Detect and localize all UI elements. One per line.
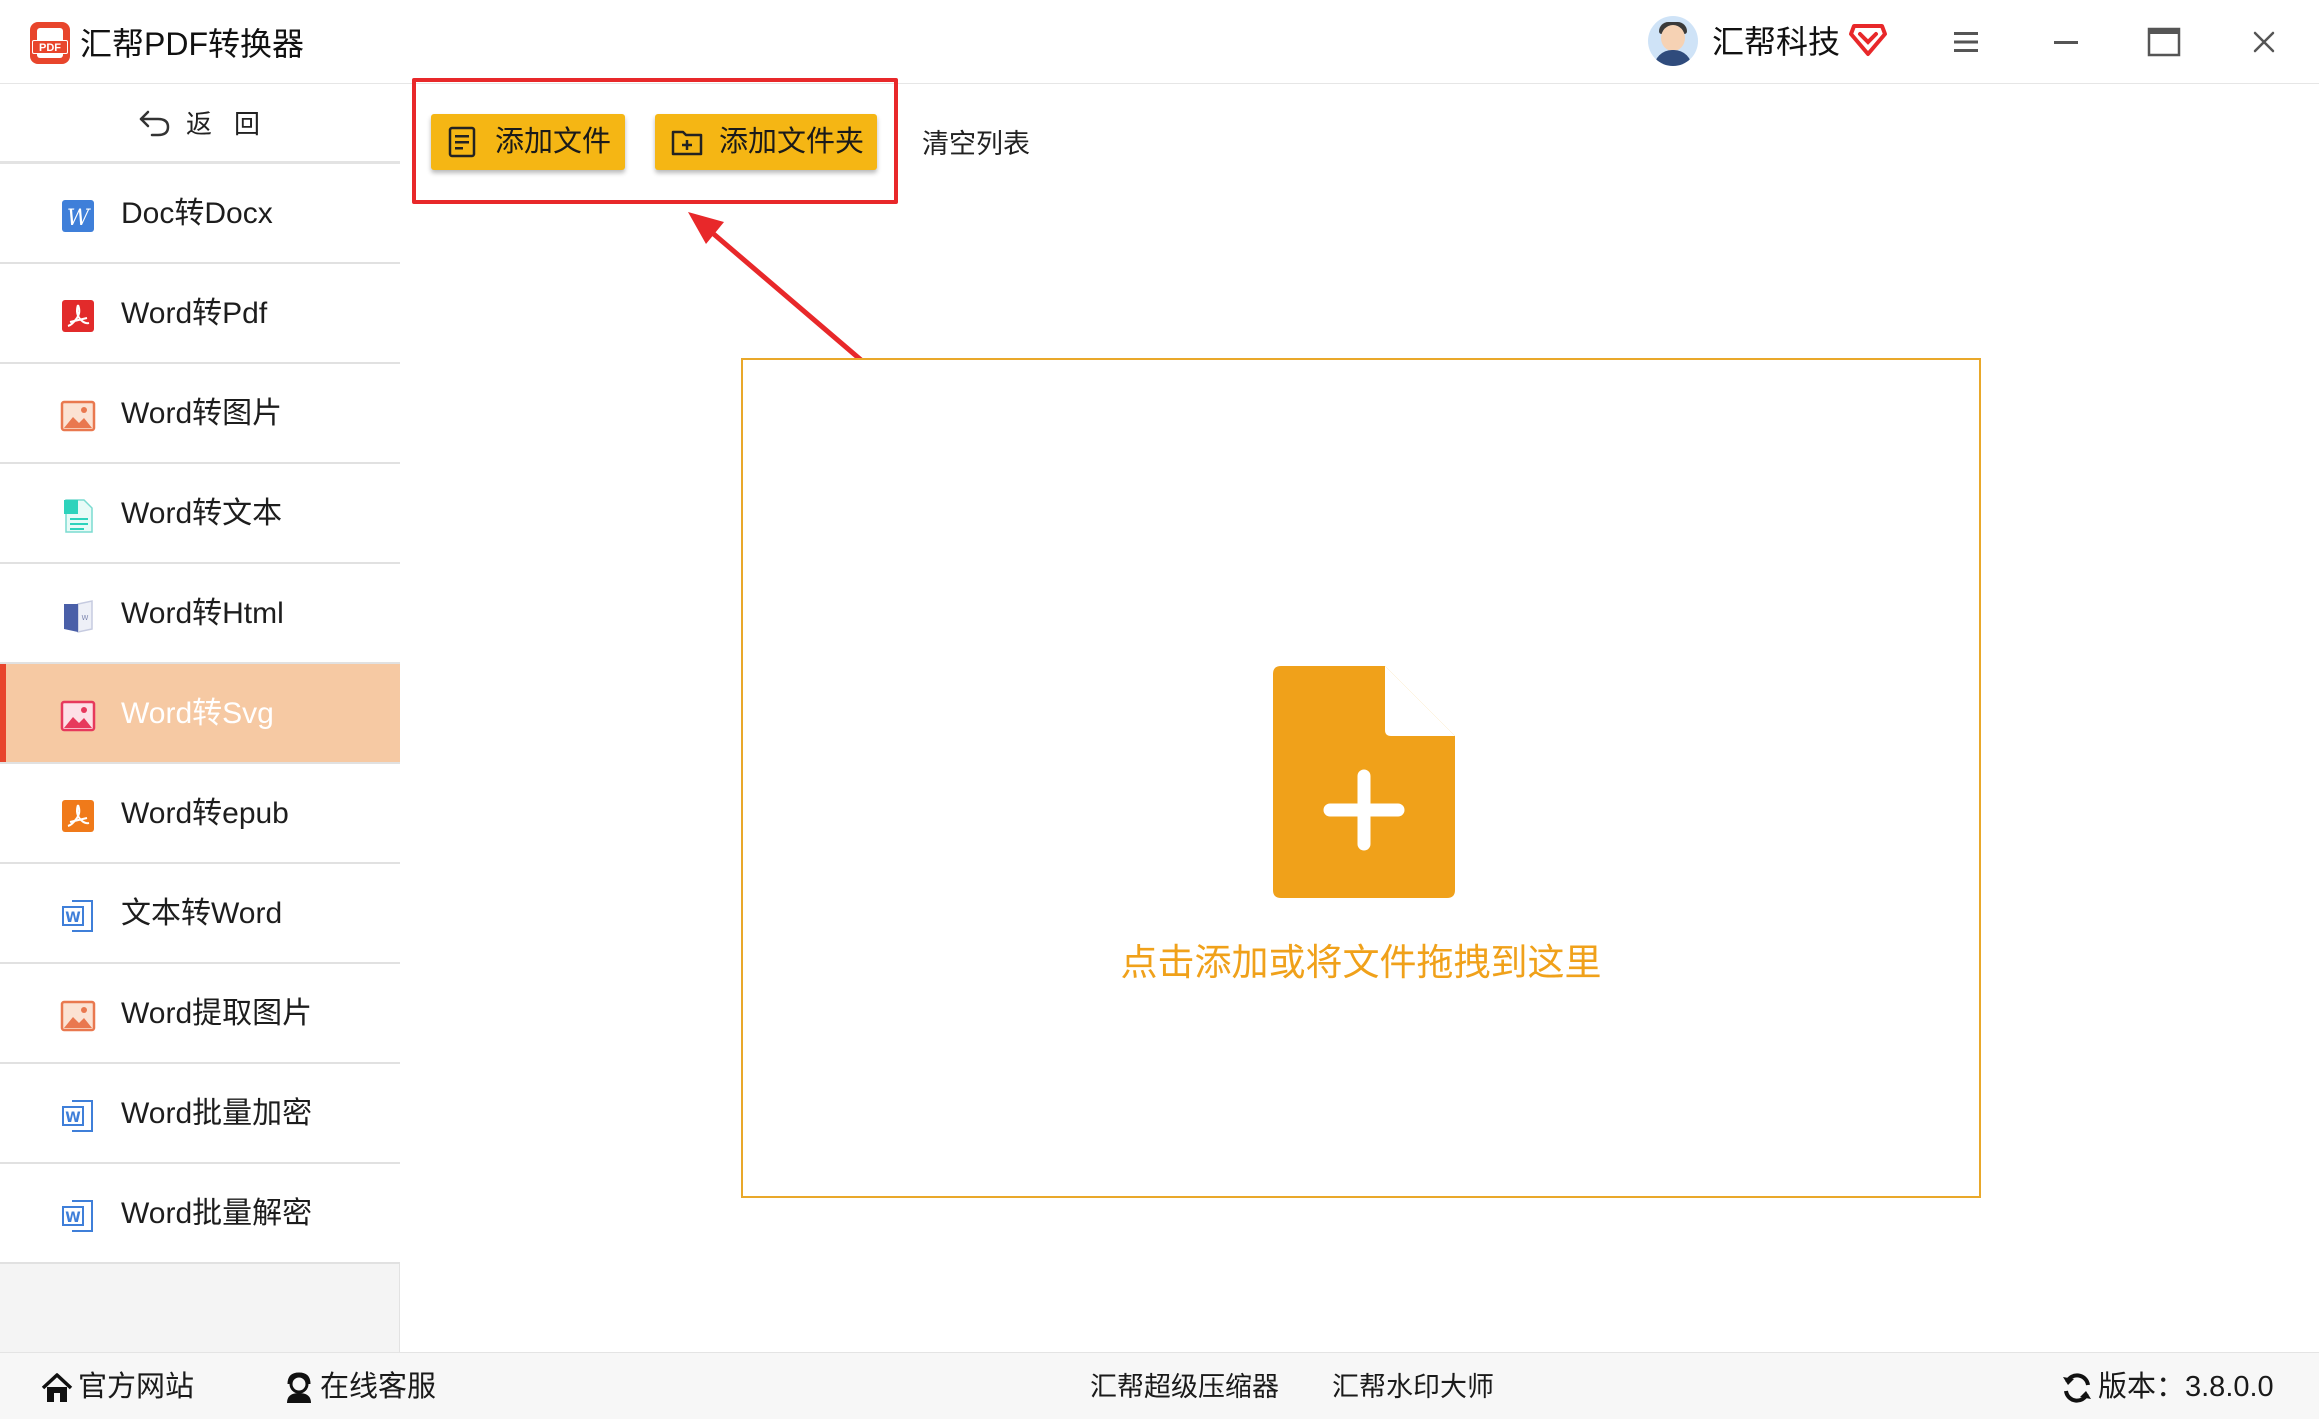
minimize-icon[interactable] (2044, 20, 2088, 64)
image-icon (60, 400, 96, 432)
sidebar-item-word-to-html[interactable]: W Word转Html (0, 564, 400, 664)
image-icon (60, 700, 96, 732)
html-book-icon: W (64, 600, 93, 633)
conversion-menu: W Doc转Docx Word转Pdf Word转图片 Word转文本 W Wo… (0, 164, 400, 1264)
sidebar-item-label: Word转Html (121, 597, 284, 630)
official-site-link[interactable]: 官方网站 (40, 1367, 194, 1407)
version-info: 版本：3.8.0.0 (2060, 1367, 2274, 1407)
sidebar-item-label: Word转Pdf (121, 297, 268, 330)
add-file-label: 添加文件 (495, 126, 612, 158)
sidebar-item-batch-decrypt[interactable]: W Word批量解密 (0, 1164, 400, 1264)
text-file-icon (64, 499, 93, 533)
sidebar-item-word-to-pdf[interactable]: Word转Pdf (0, 264, 400, 364)
image-icon (60, 1000, 96, 1032)
logo-text: PDF (32, 40, 68, 54)
menu-icon[interactable] (1944, 20, 1988, 64)
online-service-link[interactable]: 在线客服 (282, 1367, 436, 1407)
word-doc-icon: W (62, 900, 93, 932)
sidebar-item-label: Word批量解密 (121, 1197, 313, 1230)
word-doc-icon: W (62, 1200, 93, 1232)
svg-text:W: W (65, 1210, 80, 1226)
sidebar-item-word-to-text[interactable]: Word转文本 (0, 464, 400, 564)
sidebar-item-label: Word转文本 (121, 497, 283, 530)
svg-text:W: W (67, 206, 92, 231)
file-drop-zone[interactable]: 点击添加或将文件拖拽到这里 (741, 358, 1981, 1198)
back-button[interactable]: 返回 (0, 84, 400, 164)
sidebar-item-extract-images[interactable]: Word提取图片 (0, 964, 400, 1064)
word-icon: W (62, 200, 94, 232)
sidebar-item-label: Word提取图片 (121, 997, 313, 1030)
sidebar-item-label: Word批量加密 (121, 1097, 313, 1130)
sidebar-item-label: Doc转Docx (121, 197, 273, 230)
epub-icon (62, 800, 94, 832)
official-site-label: 官方网站 (78, 1371, 195, 1403)
app-logo-icon: PDF (30, 22, 70, 64)
sidebar-item-label: 文本转Word (121, 897, 283, 930)
version-label: 版本：3.8.0.0 (2098, 1371, 2274, 1403)
footer-bar: 官方网站 在线客服 汇帮超级压缩器 汇帮水印大师 版本：3.8.0.0 (0, 1352, 2319, 1419)
svg-text:W: W (82, 614, 89, 622)
pdf-icon (62, 300, 94, 332)
add-folder-icon (671, 130, 703, 156)
title-bar: PDF 汇帮PDF转换器 汇帮科技 (0, 0, 2319, 84)
sidebar-item-word-to-image[interactable]: Word转图片 (0, 364, 400, 464)
add-file-icon (448, 126, 476, 158)
user-avatar[interactable] (1648, 16, 1698, 66)
svg-text:W: W (65, 910, 80, 926)
app-title: 汇帮PDF转换器 (80, 26, 305, 62)
sidebar-item-doc-to-docx[interactable]: W Doc转Docx (0, 164, 400, 264)
home-icon (41, 1373, 73, 1403)
back-arrow-icon (139, 110, 170, 137)
sidebar-item-word-to-epub[interactable]: Word转epub (0, 764, 400, 864)
watermark-link[interactable]: 汇帮水印大师 (1332, 1367, 1494, 1407)
sidebar: 返回 W Doc转Docx Word转Pdf Word转图片 Word转文本 W… (0, 84, 400, 1352)
sidebar-item-label: Word转epub (121, 797, 289, 830)
sidebar-item-word-to-svg[interactable]: Word转Svg (0, 664, 400, 764)
sidebar-item-label: Word转图片 (121, 397, 283, 430)
add-document-icon (1273, 666, 1455, 898)
add-file-button[interactable]: 添加文件 (431, 114, 625, 170)
drop-hint: 点击添加或将文件拖拽到这里 (1120, 942, 1602, 983)
svg-text:W: W (65, 1110, 80, 1126)
customer-service-icon (287, 1372, 311, 1404)
sidebar-item-text-to-word[interactable]: W 文本转Word (0, 864, 400, 964)
compressor-link[interactable]: 汇帮超级压缩器 (1090, 1367, 1279, 1407)
close-icon[interactable] (2242, 20, 2286, 64)
user-name[interactable]: 汇帮科技 (1712, 22, 1840, 62)
clear-list-button[interactable]: 清空列表 (922, 124, 1030, 164)
sidebar-item-label: Word转Svg (121, 697, 274, 730)
vip-diamond-icon[interactable] (1848, 20, 1888, 58)
add-folder-button[interactable]: 添加文件夹 (655, 114, 877, 170)
add-folder-label: 添加文件夹 (719, 126, 865, 158)
back-label: 返回 (186, 109, 283, 139)
maximize-icon[interactable] (2142, 20, 2186, 64)
refresh-icon (2063, 1373, 2091, 1403)
word-doc-icon: W (62, 1100, 93, 1132)
online-service-label: 在线客服 (320, 1371, 437, 1403)
sidebar-item-batch-encrypt[interactable]: W Word批量加密 (0, 1064, 400, 1164)
